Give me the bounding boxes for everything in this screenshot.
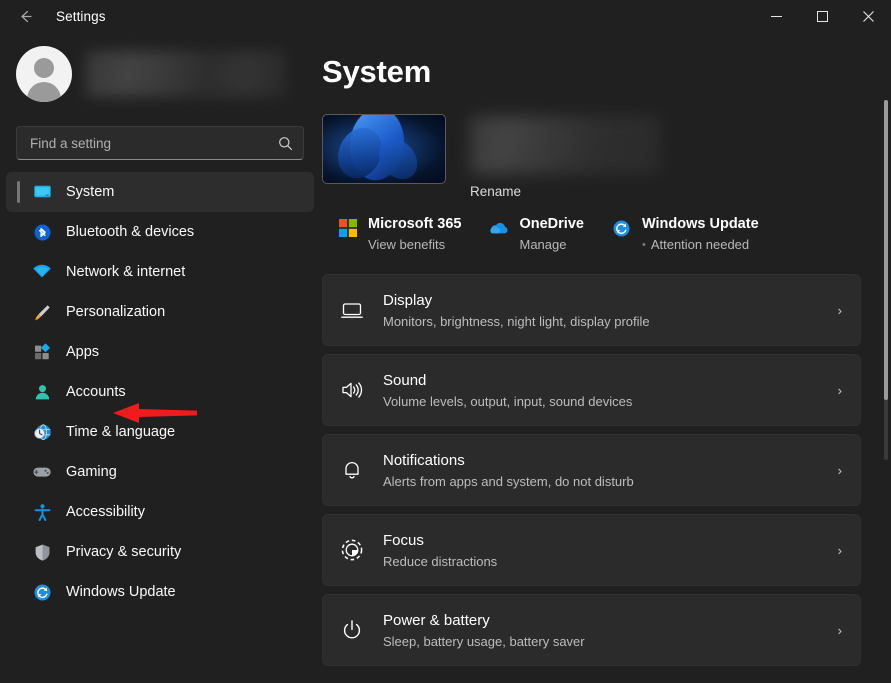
sidebar-item-privacy-security[interactable]: Privacy & security — [6, 532, 314, 572]
sidebar-item-accounts[interactable]: Accounts — [6, 372, 314, 412]
search-input[interactable] — [30, 135, 278, 151]
service-subtitle[interactable]: View benefits — [368, 237, 461, 252]
settings-card-focus[interactable]: Focus Reduce distractions › — [322, 514, 861, 586]
minimize-button[interactable] — [753, 0, 799, 32]
main-content: System Rename Microsoft 365 View benefit… — [320, 32, 891, 683]
accessibility-icon — [32, 502, 52, 522]
person-icon — [32, 382, 52, 402]
sidebar-item-time-language[interactable]: Time & language — [6, 412, 314, 452]
title-bar: Settings — [0, 0, 891, 32]
sidebar-item-label: Time & language — [66, 424, 176, 440]
sidebar-item-accessibility[interactable]: Accessibility — [6, 492, 314, 532]
bell-icon — [339, 457, 365, 483]
settings-window: Settings Find a setting System Bluetooth… — [0, 0, 891, 683]
display-monitor-icon — [339, 297, 365, 323]
device-name-redacted — [470, 116, 660, 174]
sidebar-item-label: Apps — [66, 344, 100, 360]
service-subtitle[interactable]: Manage — [519, 237, 583, 252]
bluetooth-icon — [32, 222, 52, 242]
search-box[interactable] — [16, 126, 304, 160]
search-container — [16, 126, 304, 160]
settings-card-notifications[interactable]: Notifications Alerts from apps and syste… — [322, 434, 861, 506]
sidebar: System Bluetooth & devices — [0, 32, 320, 683]
sidebar-item-system[interactable]: System — [6, 172, 314, 212]
rename-link[interactable]: Rename — [470, 184, 660, 199]
sidebar-item-label: Gaming — [66, 464, 117, 480]
update-icon — [32, 582, 52, 602]
chevron-right-icon[interactable]: › — [838, 303, 842, 318]
settings-card-list: Display Monitors, brightness, night ligh… — [322, 274, 861, 666]
main-scrollbar[interactable] — [884, 100, 888, 460]
sidebar-item-label: Network & internet — [66, 264, 186, 280]
windows-bloom-wallpaper — [322, 114, 446, 184]
sidebar-item-network-internet[interactable]: Network & internet — [6, 252, 314, 292]
app-title: Settings — [56, 8, 106, 24]
wifi-icon — [32, 262, 52, 282]
power-icon — [339, 617, 365, 643]
sidebar-item-label: Windows Update — [66, 584, 176, 600]
focus-icon — [339, 537, 365, 563]
microsoft-logo-icon — [338, 218, 358, 238]
service-title: Windows Update — [641, 216, 759, 232]
card-title: Notifications — [383, 452, 465, 469]
sidebar-item-windows-update[interactable]: Windows Update — [6, 572, 314, 612]
card-subtitle: Alerts from apps and system, do not dist… — [383, 474, 634, 489]
close-button[interactable] — [845, 0, 891, 32]
sidebar-item-personalization[interactable]: Personalization — [6, 292, 314, 332]
chevron-right-icon[interactable]: › — [838, 623, 842, 638]
chevron-right-icon[interactable]: › — [838, 383, 842, 398]
service-title: OneDrive — [519, 216, 584, 232]
chevron-right-icon[interactable]: › — [838, 463, 842, 478]
person-avatar-icon — [16, 46, 72, 102]
card-subtitle: Volume levels, output, input, sound devi… — [383, 394, 633, 409]
device-summary: Rename — [322, 114, 861, 199]
sidebar-item-apps[interactable]: Apps — [6, 332, 314, 372]
service-windows-update[interactable]: Windows Update Attention needed — [612, 215, 759, 252]
settings-card-display[interactable]: Display Monitors, brightness, night ligh… — [322, 274, 861, 346]
maximize-button[interactable] — [799, 0, 845, 32]
shield-icon — [32, 542, 52, 562]
onedrive-cloud-icon — [489, 218, 509, 238]
service-links: Microsoft 365 View benefits OneDrive Man… — [338, 215, 861, 252]
sidebar-item-label: Accounts — [66, 384, 126, 400]
sidebar-item-label: Personalization — [66, 304, 166, 320]
sidebar-nav: System Bluetooth & devices Network & int… — [0, 172, 320, 612]
card-subtitle: Reduce distractions — [383, 554, 498, 569]
monitor-icon — [32, 182, 52, 202]
paintbrush-icon — [32, 302, 52, 322]
page-title: System — [322, 54, 432, 89]
sidebar-item-label: Accessibility — [66, 504, 145, 520]
speaker-icon — [339, 377, 365, 403]
service-microsoft-365[interactable]: Microsoft 365 View benefits — [338, 215, 461, 252]
settings-card-sound[interactable]: Sound Volume levels, output, input, soun… — [322, 354, 861, 426]
sidebar-item-label: System — [66, 184, 115, 200]
scrollbar-thumb[interactable] — [884, 100, 888, 400]
service-title: Microsoft 365 — [368, 216, 462, 232]
window-controls — [753, 0, 891, 32]
back-arrow-icon[interactable] — [8, 0, 42, 32]
sidebar-item-label: Bluetooth & devices — [66, 224, 195, 240]
settings-card-power-battery[interactable]: Power & battery Sleep, battery usage, ba… — [322, 594, 861, 666]
card-title: Display — [383, 292, 433, 309]
chevron-right-icon[interactable]: › — [838, 543, 842, 558]
account-header[interactable] — [0, 32, 320, 108]
card-title: Sound — [383, 372, 427, 389]
clock-globe-icon — [32, 422, 52, 442]
update-icon — [612, 218, 632, 238]
service-onedrive[interactable]: OneDrive Manage — [489, 215, 584, 252]
card-subtitle: Monitors, brightness, night light, displ… — [383, 314, 650, 329]
gamepad-icon — [32, 462, 52, 482]
sidebar-item-gaming[interactable]: Gaming — [6, 452, 314, 492]
apps-icon — [32, 342, 52, 362]
account-name-redacted — [86, 51, 286, 97]
card-subtitle: Sleep, battery usage, battery saver — [383, 634, 585, 649]
card-title: Focus — [383, 532, 424, 549]
window-body: System Bluetooth & devices — [0, 32, 891, 683]
service-subtitle[interactable]: Attention needed — [642, 237, 759, 252]
sidebar-item-bluetooth-devices[interactable]: Bluetooth & devices — [6, 212, 314, 252]
sidebar-item-label: Privacy & security — [66, 544, 182, 560]
search-icon[interactable] — [278, 136, 293, 151]
card-title: Power & battery — [383, 612, 490, 629]
